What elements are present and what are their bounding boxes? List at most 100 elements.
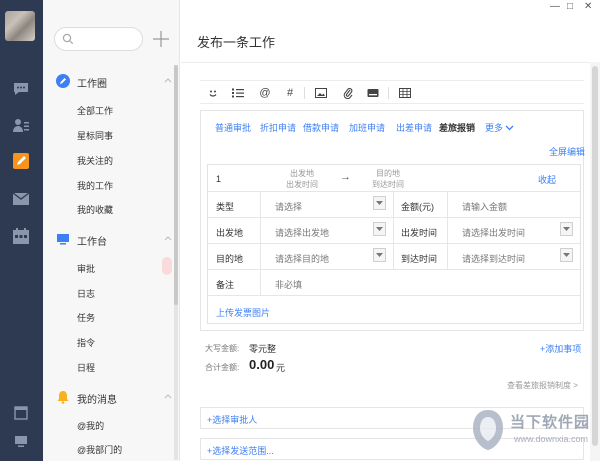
section-work-circle[interactable]: 工作圈 [43, 70, 180, 92]
depart-time-summary-label: 出发时间 [286, 180, 318, 189]
image-icon[interactable] [314, 86, 328, 100]
departure-place-select[interactable]: 请选择出发地 [275, 226, 329, 239]
field-label: 出发时间 [401, 228, 438, 238]
toolbar-separator [304, 87, 305, 99]
toolbar-separator [388, 87, 389, 99]
field-label: 金额(元) [401, 202, 434, 212]
section-workbench[interactable]: 工作台 [43, 228, 180, 250]
form-row-departure: 出发地 请选择出发地 出发时间 请选择出发时间 [208, 218, 580, 244]
monitor-icon [57, 234, 69, 245]
chat-icon[interactable] [10, 80, 32, 98]
section-messages[interactable]: 我的消息 [43, 386, 180, 408]
window-icon[interactable] [10, 404, 32, 422]
calendar-icon[interactable] [10, 227, 32, 245]
fullscreen-edit-link[interactable]: 全屏编辑 [549, 145, 585, 158]
destination-select[interactable]: 请选择目的地 [275, 252, 329, 265]
collapse-link[interactable]: 收起 [538, 173, 556, 186]
note-input[interactable]: 非必填 [275, 278, 302, 291]
drive-icon[interactable] [366, 86, 380, 100]
avatar[interactable] [5, 11, 35, 41]
caret-down-icon [563, 227, 570, 231]
sidebar-item-starred[interactable]: 星标同事 [77, 129, 113, 142]
caret-down-icon [376, 227, 383, 231]
view-policy-link[interactable]: 查看差旅报销制度 > [507, 380, 578, 391]
hash-icon[interactable]: # [283, 86, 297, 100]
sidebar-item-favorites[interactable]: 我的收藏 [77, 203, 113, 216]
section-label: 工作圈 [77, 79, 107, 90]
maximize-button[interactable]: □ [567, 1, 573, 12]
from-summary-label: 出发地 [290, 169, 314, 178]
sidebar-item-task[interactable]: 任务 [77, 311, 95, 324]
arrival-time-select[interactable]: 请选择到达时间 [462, 252, 525, 265]
search-input[interactable] [54, 27, 143, 51]
departure-time-dropdown-button[interactable] [560, 222, 573, 236]
divider [181, 62, 600, 63]
sidebar-scrollbar-thumb[interactable] [174, 65, 178, 305]
watermark-logo-icon [473, 410, 503, 450]
watermark-text: 当下软件园 [510, 414, 591, 431]
select-scope-label: +选择发送范围... [207, 446, 274, 456]
tab-overtime-request[interactable]: 加班申请 [349, 121, 385, 134]
app-window: 工作圈 全部工作 星标同事 我关注的 我的工作 我的收藏 工作台 审批 日志 任… [0, 0, 600, 461]
work-icon[interactable] [10, 152, 32, 170]
close-button[interactable]: ✕ [584, 1, 592, 12]
to-summary-label: 目的地 [376, 169, 400, 178]
currency-unit: 元 [276, 363, 286, 373]
caret-down-icon [376, 201, 383, 205]
tab-travel-reimbursement[interactable]: 差旅报销 [439, 121, 475, 134]
amount-in-words-label: 大写金额: [205, 344, 240, 353]
destination-dropdown-button[interactable] [373, 248, 386, 262]
tab-more[interactable]: 更多 [485, 121, 514, 134]
sidebar-item-all-work[interactable]: 全部工作 [77, 104, 113, 117]
caret-down-icon [563, 253, 570, 257]
section-label: 工作台 [77, 237, 107, 248]
form-row-destination: 目的地 请选择目的地 到达时间 请选择到达时间 [208, 244, 580, 270]
departure-time-select[interactable]: 请选择出发时间 [462, 226, 525, 239]
tab-general-approval[interactable]: 普通审批 [215, 121, 251, 134]
attachment-icon[interactable] [341, 86, 355, 100]
window-controls: — □ ✕ [500, 0, 600, 14]
list-icon[interactable] [231, 86, 245, 100]
mail-icon[interactable] [10, 190, 32, 208]
sidebar-item-schedule[interactable]: 日程 [77, 361, 95, 374]
total-amount-label: 合计金额: [205, 363, 240, 372]
sidebar-item-approval[interactable]: 审批 [77, 262, 95, 275]
type-dropdown-button[interactable] [373, 196, 386, 210]
sidebar-item-mentions[interactable]: @我的 [77, 419, 104, 432]
add-item-button[interactable]: +添加事项 [540, 342, 581, 355]
expense-item-card: 1 出发地 出发时间 → 目的地 到达时间 收起 类型 请选择 金额(元) 请输… [207, 164, 581, 324]
tab-loan-request[interactable]: 借款申请 [303, 121, 339, 134]
sidebar-item-my-work[interactable]: 我的工作 [77, 179, 113, 192]
at-icon[interactable]: @ [258, 86, 272, 100]
field-label: 目的地 [216, 254, 244, 264]
screen-icon[interactable] [10, 432, 32, 450]
tab-business-trip-request[interactable]: 出差申请 [396, 121, 432, 134]
upload-invoice-link[interactable]: 上传发票图片 [216, 306, 270, 319]
add-icon[interactable] [152, 30, 170, 48]
smile-icon[interactable] [206, 86, 220, 100]
table-icon[interactable] [398, 86, 412, 100]
amount-input[interactable]: 请输入金额 [462, 200, 507, 213]
route-summary-row: 1 出发地 出发时间 → 目的地 到达时间 收起 [208, 165, 580, 192]
field-label: 出发地 [216, 228, 244, 238]
field-label: 到达时间 [401, 254, 438, 264]
tab-discount-request[interactable]: 折扣申请 [260, 121, 296, 134]
type-select[interactable]: 请选择 [275, 200, 302, 213]
arrival-time-dropdown-button[interactable] [560, 248, 573, 262]
search-icon [62, 33, 74, 45]
contacts-icon[interactable] [10, 116, 32, 134]
arrive-time-summary-label: 到达时间 [372, 180, 404, 189]
sidebar-item-following[interactable]: 我关注的 [77, 154, 113, 167]
caret-down-icon [376, 253, 383, 257]
tab-more-label: 更多 [485, 123, 504, 133]
minimize-button[interactable]: — [550, 1, 560, 12]
route-arrow: → [340, 171, 351, 183]
amount-in-words-value: 零元整 [249, 344, 277, 354]
navigation-rail [0, 0, 43, 461]
sidebar-item-directive[interactable]: 指令 [77, 336, 95, 349]
departure-place-dropdown-button[interactable] [373, 222, 386, 236]
sidebar-item-dept-mentions[interactable]: @我部门的 [77, 443, 122, 456]
chevron-down-icon [505, 125, 514, 131]
sidebar-item-log[interactable]: 日志 [77, 287, 95, 300]
main-scrollbar-thumb[interactable] [592, 66, 598, 446]
